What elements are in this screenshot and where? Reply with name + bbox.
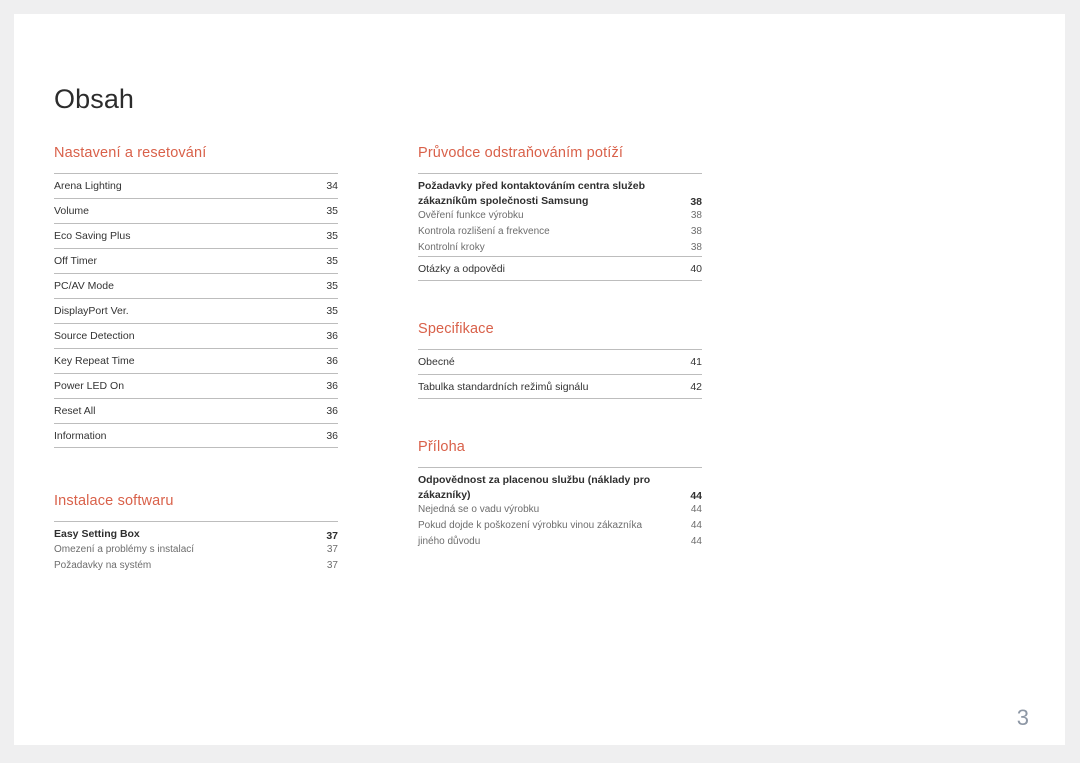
toc-entry[interactable]: Otázky a odpovědi 40 <box>418 256 702 281</box>
page-number: 3 <box>1016 705 1029 730</box>
toc-entry-label: Information <box>54 430 107 442</box>
toc-entry[interactable]: Information 36 <box>54 423 338 448</box>
toc-section-heading[interactable]: Průvodce odstraňováním potíží <box>418 145 702 161</box>
toc-entry-label: Omezení a problémy s instalací <box>54 543 195 555</box>
toc-entry-group: Easy Setting Box 37 Omezení a problémy s i… <box>54 521 338 574</box>
toc-section: Instalace softwaru Easy Setting Box 37 Omez… <box>54 493 338 574</box>
toc-entry-label: Ověření funkce výrobku <box>418 210 524 221</box>
toc-entry-sub[interactable]: Kontrolní kroky 38 <box>418 240 702 256</box>
toc-entry-label: Power LED On <box>54 380 125 392</box>
toc-section: Nastavení a resetování Arena Lighting 34 Vo… <box>54 145 338 448</box>
toc-entry[interactable]: PC/AV Mode 35 <box>54 273 338 298</box>
toc-entry-label: Odpovědnost za placenou službu (náklady … <box>418 474 651 501</box>
toc-section-heading[interactable]: Nastavení a resetování <box>54 145 338 161</box>
toc-entry[interactable]: Power LED On 36 <box>54 373 338 398</box>
toc-entry-page-number: 36 <box>326 330 338 342</box>
toc-entry-page-number: 38 <box>690 196 702 208</box>
toc-entry-label: Reset All <box>54 405 96 417</box>
toc-entry-label: Key Repeat Time <box>54 355 135 367</box>
toc-section: Příloha Odpovědnost za placenou službu (n… <box>418 439 702 550</box>
toc-entry-label: Pokud dojde k poškození výrobku vinou zá… <box>418 520 643 531</box>
toc-entry-label: Kontrola rozlišení a frekvence <box>418 226 550 237</box>
toc-entry-label: Eco Saving Plus <box>54 230 131 242</box>
toc-entry-page-number: 44 <box>690 504 702 515</box>
toc-entry-page-number: 35 <box>326 205 338 217</box>
toc-entry[interactable]: Eco Saving Plus 35 <box>54 223 338 248</box>
toc-entry-page-number: 41 <box>690 356 702 368</box>
toc-entry[interactable]: Off Timer 35 <box>54 248 338 273</box>
toc-entry-label: DisplayPort Ver. <box>54 305 129 317</box>
toc-entry-page-number: 35 <box>326 280 338 292</box>
toc-entry-sub[interactable]: Nejedná se o vadu výrobku 44 <box>418 502 702 518</box>
toc-entry[interactable]: Key Repeat Time 36 <box>54 348 338 373</box>
toc-entry-page-number: 38 <box>690 242 702 253</box>
toc-entry-page-number: 37 <box>326 559 338 571</box>
toc-entry-label: jiného důvodu <box>418 536 481 547</box>
toc-entry-label: Otázky a odpovědi <box>418 263 505 275</box>
toc-entry-sub[interactable]: Kontrola rozlišení a frekvence 38 <box>418 224 702 240</box>
page-title: Obsah <box>54 84 135 114</box>
toc-entry-primary[interactable]: Odpovědnost za placenou službu (náklady … <box>418 473 702 502</box>
toc-entry-page-number: 38 <box>690 210 702 221</box>
toc-entry-label: Tabulka standardních režimů signálu <box>418 381 589 393</box>
toc-entry[interactable]: DisplayPort Ver. 35 <box>54 298 338 323</box>
toc-entry-page-number: 36 <box>326 380 338 392</box>
toc-entry-page-number: 38 <box>690 226 702 237</box>
toc-section-heading[interactable]: Příloha <box>418 439 702 455</box>
toc-entry-primary[interactable]: Easy Setting Box 37 <box>54 527 338 542</box>
toc-entry-page-number: 36 <box>326 405 338 417</box>
toc-entry-label: Volume <box>54 205 90 217</box>
toc-entry-page-number: 42 <box>690 381 702 393</box>
toc-entry-page-number: 44 <box>690 490 702 502</box>
toc-entry-primary[interactable]: Požadavky před kontaktováním centra služ… <box>418 179 702 208</box>
toc-entry-page-number: 35 <box>326 255 338 267</box>
toc-entry-label: Arena Lighting <box>54 180 122 192</box>
toc-section: Specifikace Obecné 41 Tabulka standardních … <box>418 321 702 399</box>
toc-entry-label: Požadavky před kontaktováním centra služ… <box>418 180 645 207</box>
toc-entry-group: Odpovědnost za placenou službu (náklady … <box>418 467 702 550</box>
toc-entry-sub[interactable]: Omezení a problémy s instalací 37 <box>54 542 338 558</box>
toc-entry-page-number: 34 <box>326 180 338 192</box>
document-page: Obsah Nastavení a resetování Arena Lighti… <box>14 14 1065 745</box>
toc-column-left: Nastavení a resetování Arena Lighting 34 Vo… <box>54 145 338 574</box>
toc-entry-page-number: 35 <box>326 305 338 317</box>
toc-entry-label: PC/AV Mode <box>54 280 114 292</box>
toc-entry[interactable]: Volume 35 <box>54 198 338 223</box>
toc-entry-label: Source Detection <box>54 330 135 342</box>
toc-entry[interactable]: Tabulka standardních režimů signálu 42 <box>418 374 702 399</box>
toc-entry[interactable]: Arena Lighting 34 <box>54 173 338 198</box>
toc-entry-page-number: 44 <box>690 536 702 547</box>
toc-column-right: Průvodce odstraňováním potíží Požadavky p… <box>418 145 702 550</box>
toc-entry[interactable]: Reset All 36 <box>54 398 338 423</box>
toc-section-heading[interactable]: Specifikace <box>418 321 702 337</box>
toc-entry-sub[interactable]: jiného důvodu 44 <box>418 534 702 550</box>
toc-entry-group: Požadavky před kontaktováním centra služ… <box>418 173 702 256</box>
toc-entry[interactable]: Obecné 41 <box>418 349 702 374</box>
toc-section: Průvodce odstraňováním potíží Požadavky p… <box>418 145 702 281</box>
toc-entry-page-number: 44 <box>690 520 702 531</box>
toc-entry-label: Obecné <box>418 356 455 368</box>
toc-entry-page-number: 37 <box>326 543 338 555</box>
toc-entry-sub[interactable]: Ověření funkce výrobku 38 <box>418 208 702 224</box>
toc-entry-page-number: 36 <box>326 430 338 442</box>
toc-entry-sub[interactable]: Požadavky na systém 37 <box>54 558 338 574</box>
toc-section-heading[interactable]: Instalace softwaru <box>54 493 338 509</box>
toc-entry-page-number: 35 <box>326 230 338 242</box>
toc-entry-label: Požadavky na systém <box>54 559 152 571</box>
toc-entry[interactable]: Source Detection 36 <box>54 323 338 348</box>
toc-entry-label: Nejedná se o vadu výrobku <box>418 504 540 515</box>
toc-entry-page-number: 40 <box>690 263 702 275</box>
toc-entry-label: Off Timer <box>54 255 97 267</box>
toc-entry-page-number: 36 <box>326 355 338 367</box>
toc-entry-label: Kontrolní kroky <box>418 242 485 253</box>
toc-entry-label: Easy Setting Box <box>54 528 140 540</box>
toc-entry-sub[interactable]: Pokud dojde k poškození výrobku vinou zá… <box>418 518 702 534</box>
toc-entry-page-number: 37 <box>326 529 338 542</box>
